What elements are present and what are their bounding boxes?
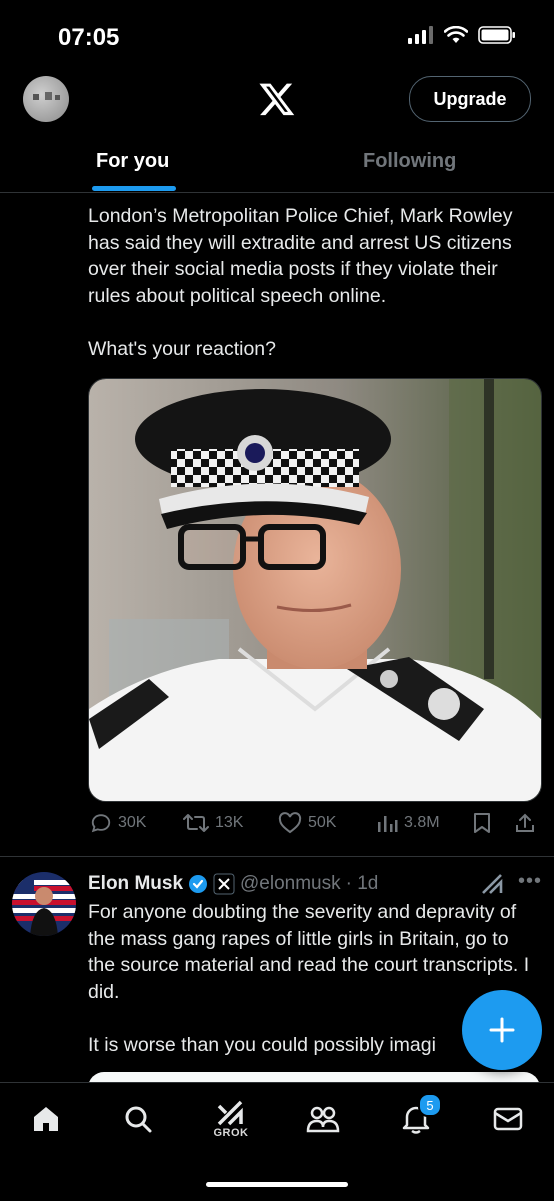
active-tab-indicator xyxy=(92,186,176,191)
police-chief-photo xyxy=(89,379,541,801)
tab-for-you[interactable]: For you xyxy=(96,150,169,173)
tab-following[interactable]: Following xyxy=(363,150,456,173)
nav-home[interactable] xyxy=(26,1099,66,1139)
heart-icon xyxy=(278,812,302,834)
author-avatar[interactable] xyxy=(12,872,76,936)
battery-icon xyxy=(478,26,515,44)
plus-icon xyxy=(489,1017,515,1043)
search-icon xyxy=(125,1106,152,1133)
home-icon xyxy=(34,1107,58,1131)
post-author-row: Elon Musk @elonmusk · 1d xyxy=(88,872,378,896)
top-header: Upgrade xyxy=(0,70,554,130)
post-divider xyxy=(0,856,554,857)
bookmark-icon xyxy=(474,813,490,833)
like-count: 50K xyxy=(308,814,337,831)
upgrade-button[interactable]: Upgrade xyxy=(409,76,531,122)
status-icons xyxy=(408,26,516,44)
repost-button[interactable]: 13K xyxy=(183,812,243,834)
repost-icon xyxy=(183,814,209,832)
share-icon xyxy=(516,813,534,832)
nav-notifications[interactable]: 5 xyxy=(396,1093,442,1139)
nav-messages[interactable] xyxy=(488,1099,528,1139)
post-time: · 1d xyxy=(345,873,379,894)
grok-label: GROK xyxy=(213,1126,249,1139)
x-logo-icon[interactable] xyxy=(258,80,296,118)
nav-communities[interactable] xyxy=(303,1099,343,1139)
post-text: London’s Metropolitan Police Chief, Mark… xyxy=(88,205,513,360)
mail-icon xyxy=(493,1107,523,1131)
views-icon xyxy=(378,816,398,832)
home-indicator xyxy=(206,1182,348,1187)
grok-icon[interactable] xyxy=(480,872,504,896)
profile-avatar[interactable] xyxy=(23,76,69,122)
author-handle[interactable]: @elonmusk xyxy=(240,873,341,895)
signal-icon xyxy=(408,26,433,44)
grok-icon xyxy=(217,1100,243,1125)
wifi-icon xyxy=(444,26,468,43)
communities-icon xyxy=(306,1106,340,1133)
repost-count: 13K xyxy=(215,814,244,831)
timeline-tabs: For you Following xyxy=(0,130,554,193)
x-affiliate-icon xyxy=(213,873,235,895)
reply-icon xyxy=(91,814,111,833)
like-button[interactable]: 50K xyxy=(278,812,336,834)
post-action-bar: 30K 13K 50K 3.8M xyxy=(88,812,540,842)
bookmark-button[interactable] xyxy=(472,812,492,834)
post-media-image[interactable] xyxy=(88,378,542,802)
notifications-badge: 5 xyxy=(418,1093,442,1117)
views-count: 3.8M xyxy=(404,814,440,831)
status-bar: 07:05 xyxy=(0,0,554,70)
author-name[interactable]: Elon Musk xyxy=(88,873,183,895)
compose-button[interactable] xyxy=(462,990,542,1070)
status-time: 07:05 xyxy=(58,24,120,51)
share-button[interactable] xyxy=(514,812,536,834)
more-options-icon[interactable]: ••• xyxy=(518,870,542,893)
reply-button[interactable]: 30K xyxy=(90,812,146,834)
nav-search[interactable] xyxy=(118,1099,158,1139)
nav-grok[interactable]: GROK xyxy=(211,1099,251,1139)
verified-badge-icon xyxy=(189,875,208,893)
views-button[interactable]: 3.8M xyxy=(376,812,440,834)
reply-count: 30K xyxy=(118,814,147,831)
